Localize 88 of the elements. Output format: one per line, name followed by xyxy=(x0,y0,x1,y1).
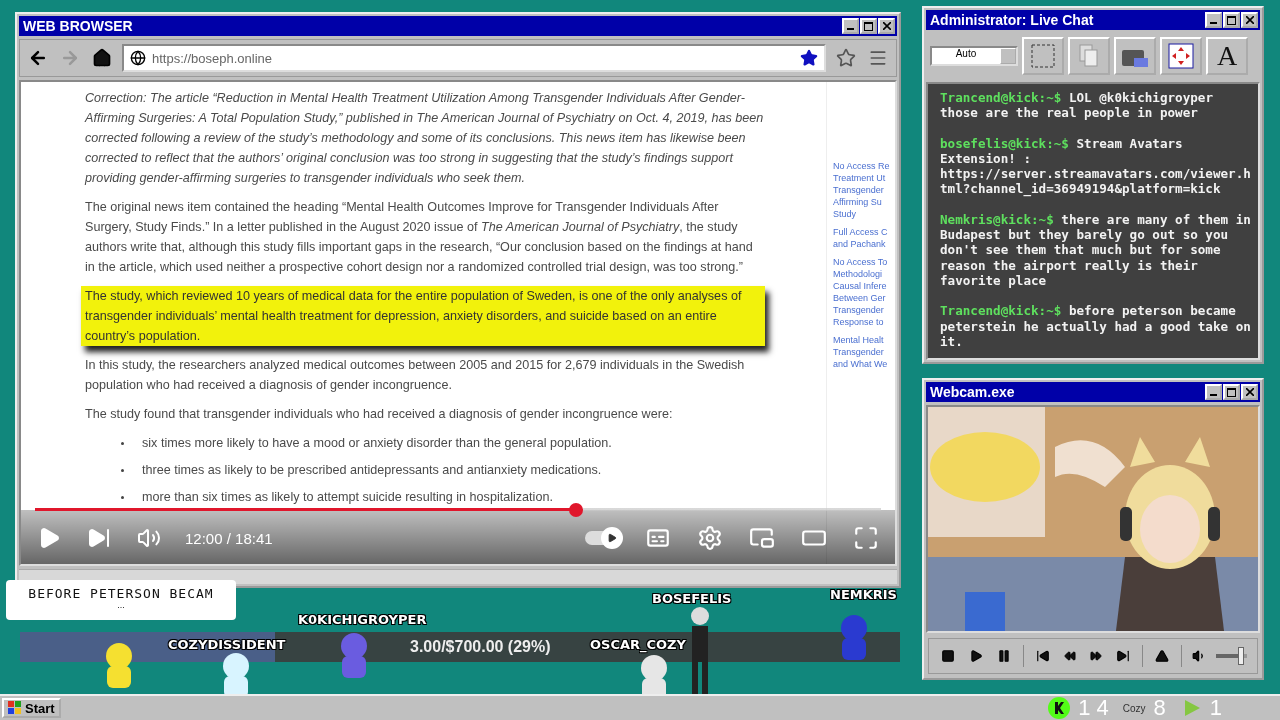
chat-message: bosefelis@kick:~$ Stream Avatars Extension! : https://server.streamavatars.com/viewer.html?channel_id=36949194&platform=kick xyxy=(940,135,1252,197)
play-icon xyxy=(607,533,617,543)
article-paragraph: The original news item contained the heading “Mental Health Outcomes Improve for Transgender Individuals After Surgery, Study Finds.” In a letter published in the August 2020 issue of The American Journal of Psychiatry, the study authors write that, although this study fills important gaps in the research, “Our conclusion based on the findings at hand in the article, which used neither a prospective cohort design nor a randomized controlled trial design, was too strong.” xyxy=(85,199,754,276)
maximize-button[interactable] xyxy=(860,18,877,34)
bullet-dot xyxy=(121,442,124,445)
dashed-rectangle-icon xyxy=(1030,43,1056,69)
font-button[interactable]: A xyxy=(1206,37,1248,75)
time-display: 12:00 / 18:41 xyxy=(185,529,273,547)
play-icon xyxy=(969,649,983,663)
horizontal-scrollbar[interactable] xyxy=(19,569,897,584)
close-icon xyxy=(882,22,891,30)
miniplayer-icon xyxy=(749,525,775,551)
related-link[interactable]: Mental Healt Transgender and What We xyxy=(833,334,895,370)
bubble-more: ... xyxy=(117,601,125,609)
skip-back-icon xyxy=(1035,649,1050,663)
close-button[interactable] xyxy=(1241,12,1258,28)
correction-note: Correction: The article “Reduction in Mental Health Treatment Utilization Among Transgender Individuals After Gender-Affirming Surgeries: A Total Population Study,” published in The American Journal of Psychiatry on Oct. 4, 2019, has been corrected following a review of the study’s methodology and some of its conclusions. This news item has likewise been corrected to reflect that the authors’ original conclusion was too strong in suggesting that the study’s findings support providing gender-affirming surgeries to transgender individuals who seek them. xyxy=(85,90,765,187)
maximize-button[interactable] xyxy=(1223,12,1240,28)
bullet-text: six times more likely to have a mood or anxiety disorder than the general population. xyxy=(142,435,612,452)
forward-arrow-icon xyxy=(60,48,80,68)
article-paragraph: The study, which reviewed 10 years of medical data for the entire population of Sweden, is one of the only analyses of transgender individuals’ mental health treatment for depression, anxiety disorders, and suicide based on an entire country’s population. xyxy=(81,286,765,346)
avatar-name: OSCAR_COZY xyxy=(590,637,686,652)
rewind-button[interactable] xyxy=(1061,648,1078,664)
move-button[interactable] xyxy=(1160,37,1202,75)
avatar-name: NEMKRIS xyxy=(830,587,897,602)
maximize-icon xyxy=(1227,387,1236,397)
font-select[interactable]: Auto xyxy=(930,46,1018,66)
skip-icon xyxy=(87,526,111,550)
speaker-icon xyxy=(137,526,161,550)
bullet-text: more than six times as likely to attempt suicide resulting in hospitalization. xyxy=(142,489,553,506)
related-link[interactable]: No Access To Methodologi Causal Infere Between Ger Transgender Response to xyxy=(833,256,895,328)
bullet-text: three times as likely to be prescribed antidepressants and antianxiety medications. xyxy=(142,462,602,479)
window-title: Administrator: Live Chat xyxy=(930,12,1094,28)
maximize-icon xyxy=(864,21,873,31)
volume-handle[interactable] xyxy=(1237,647,1244,665)
eject-icon xyxy=(1154,649,1169,663)
skip-icon xyxy=(1115,649,1130,663)
fast-forward-button[interactable] xyxy=(1087,648,1104,664)
pause-icon xyxy=(997,649,1011,663)
avatar-name: BOSEFELIS xyxy=(652,591,732,606)
article-paragraph: In this study, the researchers analyzed medical outcomes between 2005 and 2015 for 2,679 individuals in the Swedish population who had received a diagnosis of gender incongruence. xyxy=(85,357,746,394)
windows-logo-icon xyxy=(8,701,22,715)
maximize-button[interactable] xyxy=(1223,384,1240,400)
star-icon xyxy=(836,48,856,68)
avatar-name: COZYDISSIDENT xyxy=(168,637,286,652)
select-button[interactable] xyxy=(1022,37,1064,75)
close-button[interactable] xyxy=(878,18,895,34)
window-title: Webcam.exe xyxy=(930,384,1015,400)
kick-logo-icon xyxy=(1048,697,1071,719)
fullscreen-icon xyxy=(853,525,879,551)
copy-icon xyxy=(1079,44,1099,68)
start-button[interactable]: Start xyxy=(2,698,61,718)
article-paragraph: The study found that transgender individuals who had received a diagnosis of gender incongruence were: xyxy=(85,406,674,423)
minimize-button[interactable] xyxy=(842,18,859,34)
window-title: WEB BROWSER xyxy=(23,18,133,34)
address-bar[interactable]: https://boseph.online xyxy=(122,44,826,72)
chat-message: Trancend@kick:~$ LOL @k0kichigroyper those are the real people in power xyxy=(940,90,1214,121)
goal-text: 3.00/$700.00 (29%) xyxy=(410,638,551,656)
viewer-count: 1 xyxy=(1209,695,1228,720)
rewind-icon xyxy=(1063,650,1076,662)
bubble-text: BEFORE PETERSON BECAM xyxy=(28,586,214,601)
viewer-count: 14 xyxy=(1078,695,1115,720)
stop-button[interactable] xyxy=(939,647,957,665)
minimize-button[interactable] xyxy=(1205,12,1222,28)
cozy-label: Cozy xyxy=(1122,702,1146,714)
move-arrows-icon xyxy=(1168,43,1194,69)
close-icon xyxy=(1245,16,1254,24)
bullet-dot xyxy=(121,496,124,499)
progress-handle[interactable] xyxy=(569,503,584,517)
bullet-dot xyxy=(121,469,124,472)
paste-button[interactable] xyxy=(1114,37,1156,75)
menu-icon xyxy=(868,48,888,68)
minimize-button[interactable] xyxy=(1205,384,1222,400)
home-icon xyxy=(92,48,112,68)
fast-forward-icon xyxy=(1089,650,1102,662)
maximize-icon xyxy=(1227,15,1236,25)
globe-icon xyxy=(130,50,146,66)
chat-message: Nemkris@kick:~$ there are many of them in Budapest but they barely go out so you don't see them that much but for some reason the airport really is their favorite place xyxy=(940,211,1252,289)
related-link[interactable]: Full Access C and Pachank xyxy=(833,226,895,250)
stop-icon xyxy=(941,649,955,663)
bookmark-star-icon[interactable] xyxy=(800,49,818,67)
related-link[interactable]: No Access Re Treatment Ut Transgender Affirming Su Study xyxy=(833,160,895,220)
viewer-count: 8 xyxy=(1153,695,1172,720)
chat-message: Trancend@kick:~$ before peterson became peterstein he actually had a good take on it. xyxy=(940,303,1252,350)
close-icon xyxy=(1245,388,1254,396)
settings-icon xyxy=(697,525,723,551)
avatar-name: K0KICHIGROYPER xyxy=(298,612,427,627)
close-button[interactable] xyxy=(1241,384,1258,400)
